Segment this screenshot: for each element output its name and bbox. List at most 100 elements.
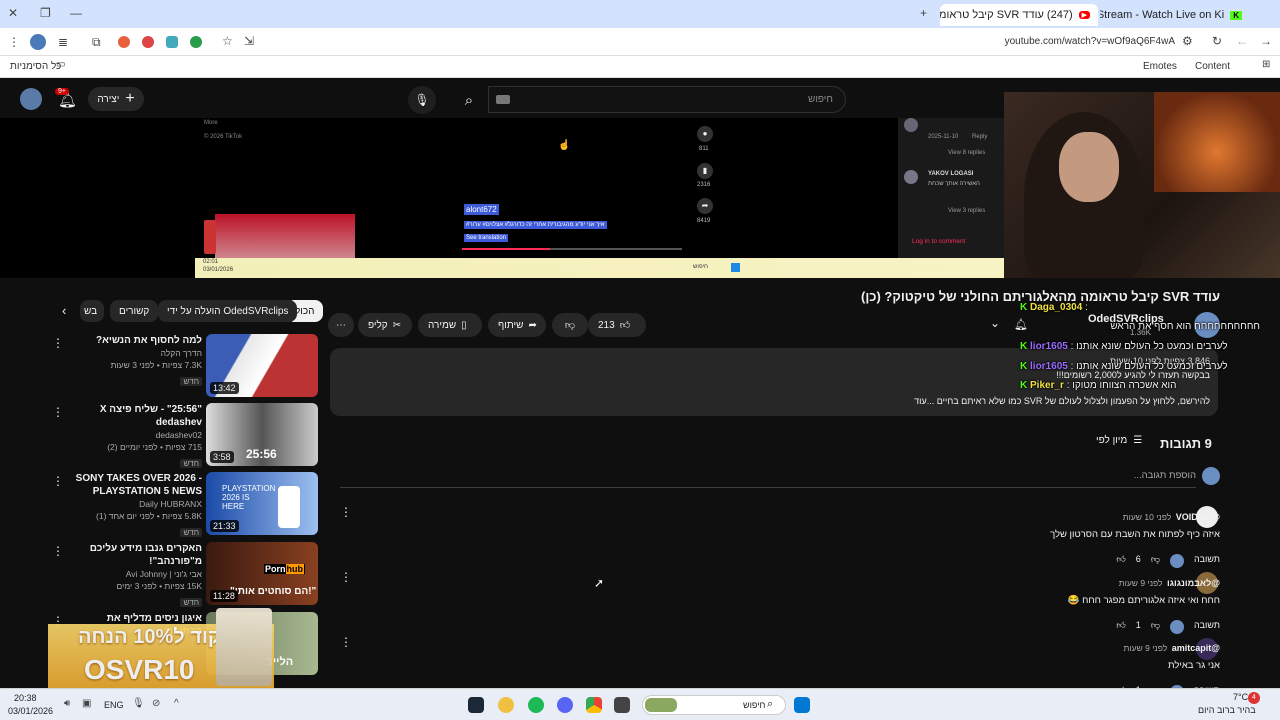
camera-off-icon[interactable]: ⊘ <box>152 698 160 709</box>
chevron-down-icon[interactable]: ⌄ <box>990 316 1000 330</box>
video-menu-icon[interactable]: ⋮ <box>52 405 64 419</box>
save-button[interactable]: שמירה ▯ <box>418 313 482 337</box>
keyboard-icon[interactable] <box>496 95 510 104</box>
sort-button[interactable]: מיון לפי ☰ <box>1096 435 1142 446</box>
kick-icon: K <box>1020 302 1028 313</box>
steam-icon[interactable] <box>468 697 484 713</box>
install-app-icon[interactable]: ⇲ <box>244 34 254 48</box>
app-icon[interactable] <box>614 697 630 713</box>
thumbs-down-icon: 👎︎ <box>564 320 576 331</box>
spotify-icon[interactable] <box>528 697 544 713</box>
related-meta: 5.8K צפיות • לפני יום אחד (1) <box>95 511 202 521</box>
restore-window-icon[interactable]: ❐ <box>40 6 51 20</box>
comment-author[interactable]: @לאבמונגוגו <box>1167 578 1220 588</box>
profile-icon[interactable] <box>30 34 46 50</box>
kick-icon: K <box>1020 380 1028 391</box>
reply-button[interactable]: תשובה <box>1194 620 1220 634</box>
extension-icon[interactable] <box>166 36 178 48</box>
related-video[interactable]: ⋮ "25:56" - שליח פיצה X dedashev dedashev… <box>40 403 322 468</box>
video-menu-icon[interactable]: ⋮ <box>52 544 64 558</box>
language-indicator[interactable]: ENG <box>104 700 124 710</box>
clip-button[interactable]: קליפ ✂ <box>358 313 412 337</box>
microphone-icon[interactable]: 🎙︎ <box>132 698 145 709</box>
network-icon[interactable]: ▣ <box>82 698 91 709</box>
extension-icon[interactable] <box>142 36 154 48</box>
comment-author[interactable]: @VOID-nv <box>1176 512 1220 522</box>
reply-button[interactable]: תשובה <box>1194 554 1220 568</box>
weather-temp[interactable]: 7°C <box>1233 692 1248 702</box>
search-input[interactable]: חיפוש <box>488 86 846 113</box>
bookmark-content[interactable]: Content <box>1195 61 1230 72</box>
related-title: למה לחסוף את הנשיא? <box>95 335 202 346</box>
tab-kick[interactable]: K IGZ_ Stream - Watch Live on Ki... ✕ <box>1100 4 1250 26</box>
like-icon[interactable]: 👍︎ <box>1116 620 1125 634</box>
windows-start-icon[interactable] <box>794 697 810 713</box>
comment-text: אני גר באילת <box>1167 660 1220 671</box>
video-menu-icon[interactable]: ⋮ <box>52 336 64 350</box>
app-icon[interactable] <box>498 697 514 713</box>
apps-grid-icon[interactable]: ⊞ <box>1262 59 1270 70</box>
related-video[interactable]: ⋮ למה לחסוף את הנשיא? הדרך הקלה 7.3K צפיות… <box>40 334 322 398</box>
forward-icon[interactable]: ← <box>1236 34 1248 48</box>
mouse-cursor-icon: ➚ <box>594 576 605 590</box>
search-icon[interactable]: ⌕ <box>452 86 486 114</box>
tiktok-progress <box>462 248 682 250</box>
video-menu-icon[interactable]: ⋮ <box>52 474 64 488</box>
comment-menu-icon[interactable]: ⋮ <box>340 635 352 649</box>
comment-menu-icon[interactable]: ⋮ <box>340 505 352 519</box>
like-count: 6 <box>1135 554 1141 564</box>
minimize-window-icon[interactable]: — <box>70 6 82 20</box>
dislike-icon[interactable]: 👎︎ <box>1151 554 1160 568</box>
all-bookmarks[interactable]: כל הסימניות <box>10 61 61 72</box>
taskbar-search[interactable]: חיפוש ⌕ <box>642 695 786 715</box>
chip-uploaded-by[interactable]: הועלה על ידי OdedSVRclips <box>158 300 298 322</box>
back-icon[interactable]: → <box>1260 34 1272 48</box>
comment-text: איזה כיף לפתוח את השבת עם הסרטון שלך <box>1050 529 1220 540</box>
reply-link: Reply <box>972 134 988 140</box>
avatar[interactable] <box>20 88 42 110</box>
extension-icon[interactable] <box>118 36 130 48</box>
chrome-icon[interactable] <box>586 697 602 713</box>
reload-icon[interactable]: ↻ <box>1212 34 1222 48</box>
chip-more[interactable]: בש <box>80 300 104 322</box>
new-tab-icon[interactable]: + <box>920 6 927 20</box>
tiktok-saves: 2316 <box>697 182 711 188</box>
share-button[interactable]: שיתוף ➦ <box>488 313 546 337</box>
creator-heart-icon <box>1169 620 1184 634</box>
more-actions-button[interactable]: ⋯ <box>328 313 354 337</box>
create-button[interactable]: יצירה + <box>88 87 144 111</box>
comment-menu-icon[interactable]: ⋮ <box>340 570 352 584</box>
extension-icon[interactable] <box>190 36 202 48</box>
chip-related[interactable]: קשורים <box>110 300 159 322</box>
site-settings-icon[interactable]: ⚙ <box>1182 34 1193 48</box>
bookmark-emotes[interactable]: Emotes <box>1143 61 1177 72</box>
menu-dots-icon[interactable]: ⋮ <box>8 35 20 49</box>
voice-search-icon[interactable]: 🎙︎ <box>408 86 436 114</box>
promo-text: קוד ל10% הנחה <box>78 626 221 648</box>
notification-count-badge: 9+ <box>55 88 69 95</box>
bookmark-star-icon[interactable]: ☆ <box>222 34 233 48</box>
chevron-up-icon[interactable]: ^ <box>174 698 179 709</box>
video-player[interactable]: More © 2026 TikTok ☝ alont672 איך אני יו… <box>0 118 1004 278</box>
discord-icon[interactable] <box>557 697 573 713</box>
kick-icon: K <box>1020 361 1028 372</box>
related-video[interactable]: ⋮ האקרים גנבו מידע עליכם מ"פורנהב"! אבי ג… <box>40 542 322 607</box>
dislike-icon[interactable]: 👎︎ <box>1151 620 1160 634</box>
thumbnail-text: PLAYSTATION 2026 IS HERE <box>222 484 276 511</box>
like-button[interactable]: 213 👍︎ <box>588 313 646 337</box>
dislike-button[interactable]: 👎︎ <box>552 313 588 337</box>
thumbnail-image: 13:42 <box>206 334 318 397</box>
close-window-icon[interactable]: ✕ <box>8 6 18 20</box>
comment-author[interactable]: @amitcapit <box>1172 643 1220 653</box>
perfume-bottle-image <box>216 608 272 686</box>
extensions-icon[interactable]: ⧉ <box>92 35 101 50</box>
add-comment-input[interactable]: הוספת תגובה... <box>340 470 1196 488</box>
url-field[interactable]: youtube.com/watch?v=wOf9aQ6F4wA <box>960 36 1175 47</box>
tab-youtube[interactable]: ▶ (247) עודד SVR קיבל טראומה מ... ✕ <box>940 4 1098 26</box>
chevron-left-icon[interactable]: ‹ <box>62 303 66 318</box>
speaker-icon[interactable]: 🔊︎ <box>64 698 70 709</box>
like-icon[interactable]: 👍︎ <box>1116 554 1125 568</box>
chat-text: חחחחחחחחחח הוא חסף את הראש <box>1110 321 1260 332</box>
related-video[interactable]: ⋮ SONY TAKES OVER 2026 - PLAYSTATION 5 N… <box>40 472 322 537</box>
reading-list-icon[interactable]: ≣ <box>58 35 68 49</box>
